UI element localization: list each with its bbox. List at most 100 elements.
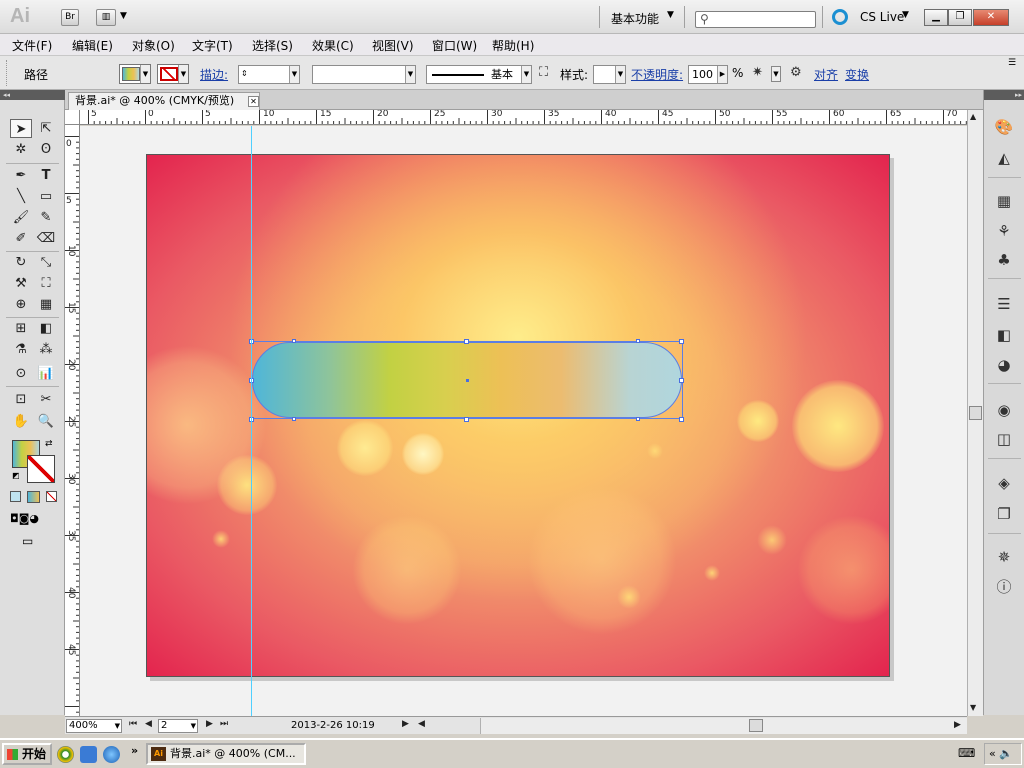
rectangle-tool-icon[interactable]: ▭ xyxy=(35,187,57,206)
anchor-point[interactable] xyxy=(292,339,296,343)
tools-panel-collapse-icon[interactable]: ◂◂ xyxy=(0,90,65,100)
paintbrush-tool-icon[interactable]: 🖌 xyxy=(10,208,32,227)
anchor-point[interactable] xyxy=(292,417,296,421)
quick-launch-icon[interactable] xyxy=(80,746,97,763)
shape-builder-tool-icon[interactable]: ⊕ xyxy=(10,295,32,314)
menu-help[interactable]: 帮助(H) xyxy=(492,37,534,54)
document-canvas[interactable] xyxy=(80,126,967,716)
zoom-dropdown-icon[interactable]: ▼ xyxy=(115,720,120,732)
transform-panel-link[interactable]: 变换 xyxy=(845,66,869,83)
width-tool-icon[interactable]: ⚒ xyxy=(10,274,32,293)
horizontal-scroll-thumb[interactable] xyxy=(749,719,763,732)
resize-handle-bottom[interactable] xyxy=(464,417,469,422)
screen-mode-icon[interactable]: ▭ xyxy=(22,534,46,548)
opacity-input[interactable]: 100 ▶ xyxy=(688,65,728,84)
lasso-tool-icon[interactable]: ʘ xyxy=(35,140,57,159)
fill-swatch[interactable]: ▼ xyxy=(119,64,151,84)
control-bar-menu-icon[interactable]: ☰ xyxy=(1008,58,1016,68)
artboards-panel-icon[interactable]: ❐ xyxy=(992,502,1016,526)
blend-tool-icon[interactable]: ⁂ xyxy=(35,340,57,359)
style-dropdown-icon[interactable]: ▼ xyxy=(615,66,625,83)
mesh-tool-icon[interactable]: ⊞ xyxy=(10,319,32,338)
tray-expand-icon[interactable]: « xyxy=(989,747,996,760)
vertical-guide[interactable] xyxy=(251,126,252,716)
help-search-input[interactable]: ⚲ xyxy=(695,11,816,28)
menu-effect[interactable]: 效果(C) xyxy=(312,37,354,54)
resize-handle-bottom-right[interactable] xyxy=(679,417,684,422)
horizontal-ruler[interactable]: 5 0 5 10 15 20 25 30 35 40 45 50 55 60 6… xyxy=(80,110,967,125)
resize-handle-top[interactable] xyxy=(464,339,469,344)
layers-panel-icon[interactable]: ◈ xyxy=(992,471,1016,495)
stroke-dropdown-icon[interactable]: ▼ xyxy=(178,65,188,83)
slice-tool-icon[interactable]: ✂ xyxy=(35,390,57,409)
recolor-dropdown-icon[interactable]: ▼ xyxy=(771,66,781,82)
menu-edit[interactable]: 编辑(E) xyxy=(72,37,113,54)
arrange-documents-button[interactable]: ▥ xyxy=(96,9,116,26)
minimize-button[interactable]: ▁ xyxy=(924,9,948,26)
transparency-panel-icon[interactable]: ◕ xyxy=(992,353,1016,377)
last-artboard-icon[interactable]: ⏭ xyxy=(220,719,228,729)
vertical-ruler[interactable]: 0 5 10 15 20 25 30 35 40 45 xyxy=(65,125,80,716)
line-segment-tool-icon[interactable]: ╲ xyxy=(10,187,32,206)
fill-dropdown-icon[interactable]: ▼ xyxy=(140,65,150,83)
drawing-modes-icon[interactable]: ◘◙◕ xyxy=(10,512,58,526)
graphic-styles-panel-icon[interactable]: ◫ xyxy=(992,427,1016,451)
quick-launch-overflow-icon[interactable]: » xyxy=(131,744,138,757)
brush-options-icon[interactable]: ⛶ xyxy=(539,66,548,80)
hand-tool-icon[interactable]: ✋ xyxy=(10,412,32,431)
anchor-point[interactable] xyxy=(636,417,640,421)
recolor-artwork-icon[interactable]: ✷ xyxy=(752,66,763,80)
symbol-sprayer-tool-icon[interactable]: ⊙ xyxy=(10,364,32,383)
document-setup-icon[interactable]: ⚙ xyxy=(790,66,802,80)
artboard-tool-icon[interactable]: ⊡ xyxy=(10,390,32,409)
internet-explorer-icon[interactable] xyxy=(103,746,120,763)
arrange-dropdown-icon[interactable]: ▼ xyxy=(120,11,127,21)
perspective-grid-tool-icon[interactable]: ▦ xyxy=(35,295,57,314)
artboard-number-field[interactable]: 2 ▼ xyxy=(158,719,198,733)
scroll-right-icon[interactable]: ▶ xyxy=(954,720,961,730)
type-tool-icon[interactable]: T xyxy=(35,166,57,185)
brush-dropdown-icon[interactable]: ▼ xyxy=(521,66,531,83)
color-mode-icon[interactable] xyxy=(10,491,21,502)
menu-view[interactable]: 视图(V) xyxy=(372,37,414,54)
gradient-mode-icon[interactable] xyxy=(27,491,40,503)
swatches-panel-icon[interactable]: ▦ xyxy=(992,189,1016,213)
menu-type[interactable]: 文字(T) xyxy=(192,37,233,54)
scroll-down-icon[interactable]: ▼ xyxy=(970,703,976,712)
ruler-origin[interactable] xyxy=(65,110,80,125)
menu-select[interactable]: 选择(S) xyxy=(252,37,293,54)
panel-dock-expand-icon[interactable]: ▸▸ xyxy=(984,90,1024,100)
menu-object[interactable]: 对象(O) xyxy=(132,37,175,54)
scale-tool-icon[interactable]: ⤡ xyxy=(35,253,57,272)
first-artboard-icon[interactable]: ⏮ xyxy=(129,719,137,729)
menu-file[interactable]: 文件(F) xyxy=(12,37,52,54)
opacity-arrow-icon[interactable]: ▶ xyxy=(717,66,727,83)
cslive-dropdown-icon[interactable]: ▼ xyxy=(902,10,909,20)
appearance-panel-icon[interactable]: ◉ xyxy=(992,398,1016,422)
next-artboard-icon[interactable]: ▶ xyxy=(206,719,213,729)
workspace-dropdown-icon[interactable]: ▼ xyxy=(667,10,674,20)
zoom-tool-icon[interactable]: 🔍 xyxy=(35,412,57,431)
restore-button[interactable]: ❐ xyxy=(948,9,972,26)
bridge-button[interactable]: Br xyxy=(61,9,79,26)
scroll-left-icon[interactable]: ◀ xyxy=(418,719,425,729)
info-panel-icon[interactable]: ⓘ xyxy=(992,575,1016,599)
previous-artboard-icon[interactable]: ◀ xyxy=(145,719,152,729)
selection-tool-icon[interactable]: ➤ xyxy=(10,119,32,138)
pen-tool-icon[interactable]: ✒ xyxy=(10,166,32,185)
align-panel-link[interactable]: 对齐 xyxy=(814,66,838,83)
vertical-scroll-thumb[interactable] xyxy=(969,406,982,420)
stroke-panel-link[interactable]: 描边: xyxy=(200,66,228,83)
eraser-tool-icon[interactable]: ⌫ xyxy=(35,229,57,248)
stepper-icon[interactable]: ⇕ xyxy=(241,65,248,82)
stroke-weight-dropdown-icon[interactable]: ▼ xyxy=(289,66,299,83)
document-tab[interactable]: 背景.ai* @ 400% (CMYK/预览) ✕ xyxy=(68,92,260,110)
stroke-panel-icon[interactable]: ☰ xyxy=(992,292,1016,316)
media-player-icon[interactable] xyxy=(57,746,74,763)
gradient-panel-icon[interactable]: ◧ xyxy=(992,323,1016,347)
gradient-tool-icon[interactable]: ◧ xyxy=(35,319,57,338)
anchor-point[interactable] xyxy=(636,339,640,343)
color-guide-panel-icon[interactable]: ◭ xyxy=(992,146,1016,170)
column-graph-tool-icon[interactable]: 📊 xyxy=(35,364,57,383)
volume-icon[interactable]: 🔈 xyxy=(999,747,1013,760)
